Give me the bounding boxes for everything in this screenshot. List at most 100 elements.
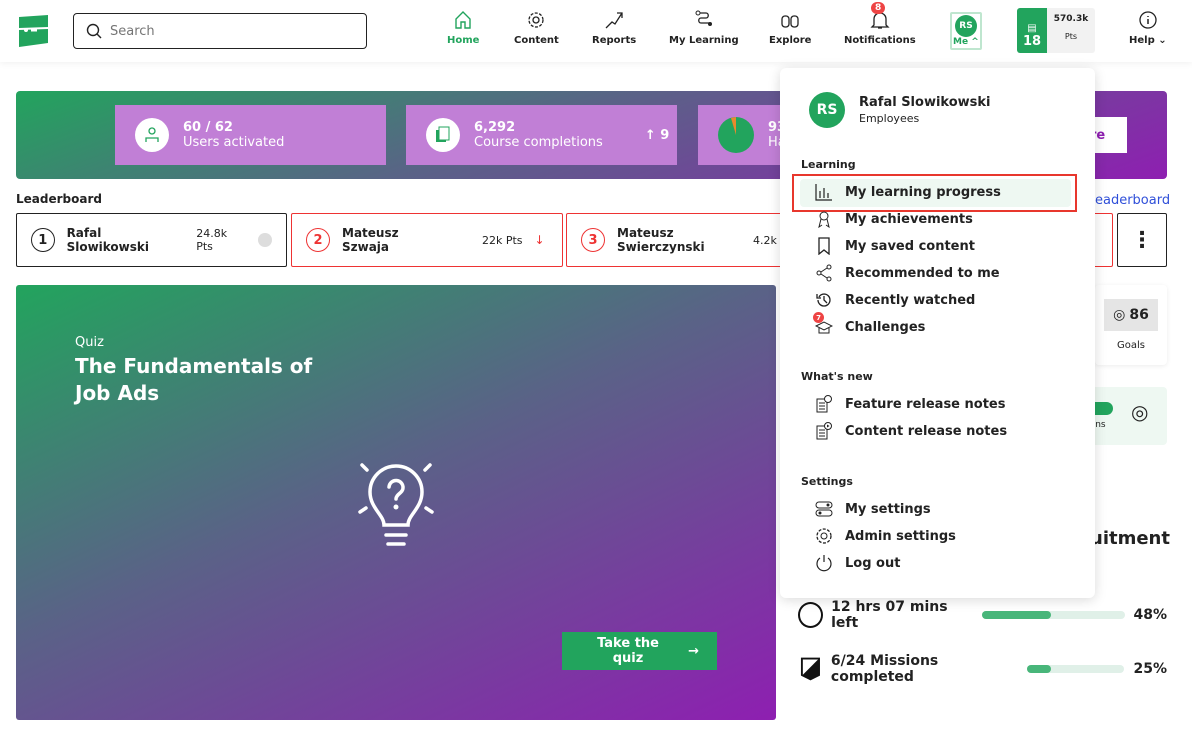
missions-row: 6/24 Missions completed 25% — [800, 653, 1167, 685]
goals-label: Goals — [1117, 340, 1145, 351]
row-percent: 48% — [1133, 607, 1167, 623]
menu-label: My learning progress — [845, 184, 1001, 200]
stat-label: Users activated — [183, 135, 285, 150]
menu-my-learning-progress[interactable]: My learning progress — [815, 183, 1001, 201]
goal-progress-card[interactable]: nins ◎ — [1085, 387, 1167, 445]
nav-home[interactable]: Home — [447, 10, 479, 46]
chevron-up-icon: ^ — [971, 37, 979, 47]
me-menu-button[interactable]: RS Me ^ — [950, 12, 982, 50]
search-input[interactable] — [110, 23, 350, 39]
nav-notifications[interactable]: 8 Notifications — [844, 2, 916, 46]
leaderboard-entry[interactable]: 1 Rafal Slowikowski 24.8k Pts — [16, 213, 287, 267]
menu-recommended-to-me[interactable]: Recommended to me — [815, 264, 1000, 282]
nav-label: Help — [1129, 35, 1155, 46]
neutral-dot-icon — [258, 233, 272, 247]
view-leaderboard-link[interactable]: eaderboard — [1095, 193, 1170, 208]
target-icon: ◎ — [1131, 400, 1149, 424]
stat-users-activated: 60 / 62 Users activated — [115, 105, 386, 165]
take-quiz-button[interactable]: Take the quiz → — [562, 632, 717, 670]
nav-reports[interactable]: Reports — [592, 10, 636, 46]
quiz-card[interactable]: Quiz The Fundamentals of Job Ads Take th… — [16, 285, 776, 720]
last-name: Swierczynski — [617, 240, 705, 254]
menu-recently-watched[interactable]: Recently watched — [815, 291, 975, 309]
menu-feature-release-notes[interactable]: Feature release notes — [815, 395, 1005, 413]
user-group: Employees — [859, 112, 920, 125]
menu-label: My achievements — [845, 211, 973, 227]
nav-label: Content — [514, 35, 559, 46]
menu-label: Recommended to me — [845, 265, 1000, 281]
menu-label: Feature release notes — [845, 396, 1006, 412]
banner-button[interactable]: re — [1090, 117, 1127, 153]
delta-value: 9 — [660, 127, 670, 143]
me-dropdown-menu: RS Rafal Slowikowski Employees Learning … — [780, 68, 1095, 598]
search-box[interactable] — [73, 13, 367, 49]
points-value: 570.3k — [1053, 14, 1089, 24]
notification-badge: 8 — [871, 2, 886, 14]
rank-badge: 3 — [581, 228, 605, 252]
history-icon — [816, 293, 831, 307]
nav-label: My Learning — [669, 35, 739, 46]
toggles-icon — [815, 501, 833, 517]
arrow-down-icon: ↓ — [534, 233, 545, 247]
nav-help[interactable]: Help ⌄ — [1129, 10, 1167, 46]
stat-delta: ↑ 9 — [644, 127, 670, 143]
row-percent: 25% — [1133, 661, 1168, 677]
goals-value: 86 — [1129, 307, 1149, 323]
time-left-row: 12 hrs 07 mins left 48% — [798, 599, 1167, 631]
info-icon — [1139, 11, 1157, 29]
level-value: 18 — [1022, 34, 1042, 49]
section-learning: Learning — [801, 158, 856, 171]
last-name: Slowikowski — [66, 240, 149, 254]
gear-icon — [816, 528, 832, 544]
menu-challenges[interactable]: 7 Challenges — [813, 312, 925, 336]
stat-value: 60 / 62 — [183, 120, 233, 135]
points-widget[interactable]: ▤ 18 570.3k Pts — [1017, 8, 1095, 53]
points: 24.8k Pts — [196, 227, 228, 253]
nav-my-learning[interactable]: My Learning — [669, 10, 739, 46]
leaderboard-title: Leaderboard — [16, 192, 102, 206]
menu-admin-settings[interactable]: Admin settings — [815, 527, 956, 545]
nav-explore[interactable]: Explore — [769, 10, 811, 46]
logo[interactable] — [18, 14, 50, 48]
gear-icon — [528, 12, 545, 28]
more-options-button[interactable]: ⋮ — [1117, 213, 1167, 267]
bar-chart-icon — [815, 184, 832, 201]
rank-badge: 1 — [31, 228, 55, 252]
row-text: 6/24 Missions completed — [830, 653, 939, 685]
menu-my-achievements[interactable]: My achievements — [815, 210, 973, 228]
user-name: Rafal Slowikowski — [859, 95, 991, 110]
nav-label: Reports — [592, 35, 637, 46]
me-label: Me — [953, 37, 969, 47]
share-icon — [816, 264, 832, 282]
menu-label: Recently watched — [845, 292, 976, 308]
menu-log-out[interactable]: Log out — [815, 554, 900, 572]
rank-badge: 2 — [306, 228, 330, 252]
menu-my-saved-content[interactable]: My saved content — [815, 237, 975, 255]
medal-icon — [818, 211, 830, 228]
challenges-badge: 7 — [813, 312, 824, 323]
stat-value: 6,292 — [474, 120, 516, 135]
goals-card[interactable]: ◎ 86 Goals — [1095, 285, 1167, 365]
shield-icon — [800, 657, 820, 681]
document-star-icon — [816, 395, 832, 413]
first-name: Mateusz — [617, 226, 674, 240]
menu-my-settings[interactable]: My settings — [815, 500, 931, 518]
target-icon: ◎ — [1113, 307, 1126, 323]
graduation-cap-icon: 7 — [813, 312, 834, 336]
copy-icon — [426, 118, 460, 152]
document-play-icon — [816, 422, 832, 440]
menu-content-release-notes[interactable]: Content release notes — [815, 422, 1007, 440]
top-bar: Home Content Reports My Learning Explore… — [0, 0, 1192, 62]
nav-content[interactable]: Content — [514, 10, 559, 46]
path-icon — [695, 10, 712, 26]
menu-label: Admin settings — [845, 528, 956, 544]
row-text: 12 hrs 07 mins left — [831, 599, 948, 631]
user-icon — [135, 118, 169, 152]
quiz-title: The Fundamentals of Job Ads — [75, 354, 313, 405]
leaderboard-entry[interactable]: 2 Mateusz Szwaja 22k Pts ↓ — [291, 213, 563, 267]
button-label: Take the quiz — [597, 636, 659, 666]
trend-icon — [605, 12, 623, 29]
bookmark-icon — [818, 237, 830, 255]
time-progress-bar — [981, 611, 1126, 619]
chevron-down-icon: ⌄ — [1158, 35, 1167, 46]
